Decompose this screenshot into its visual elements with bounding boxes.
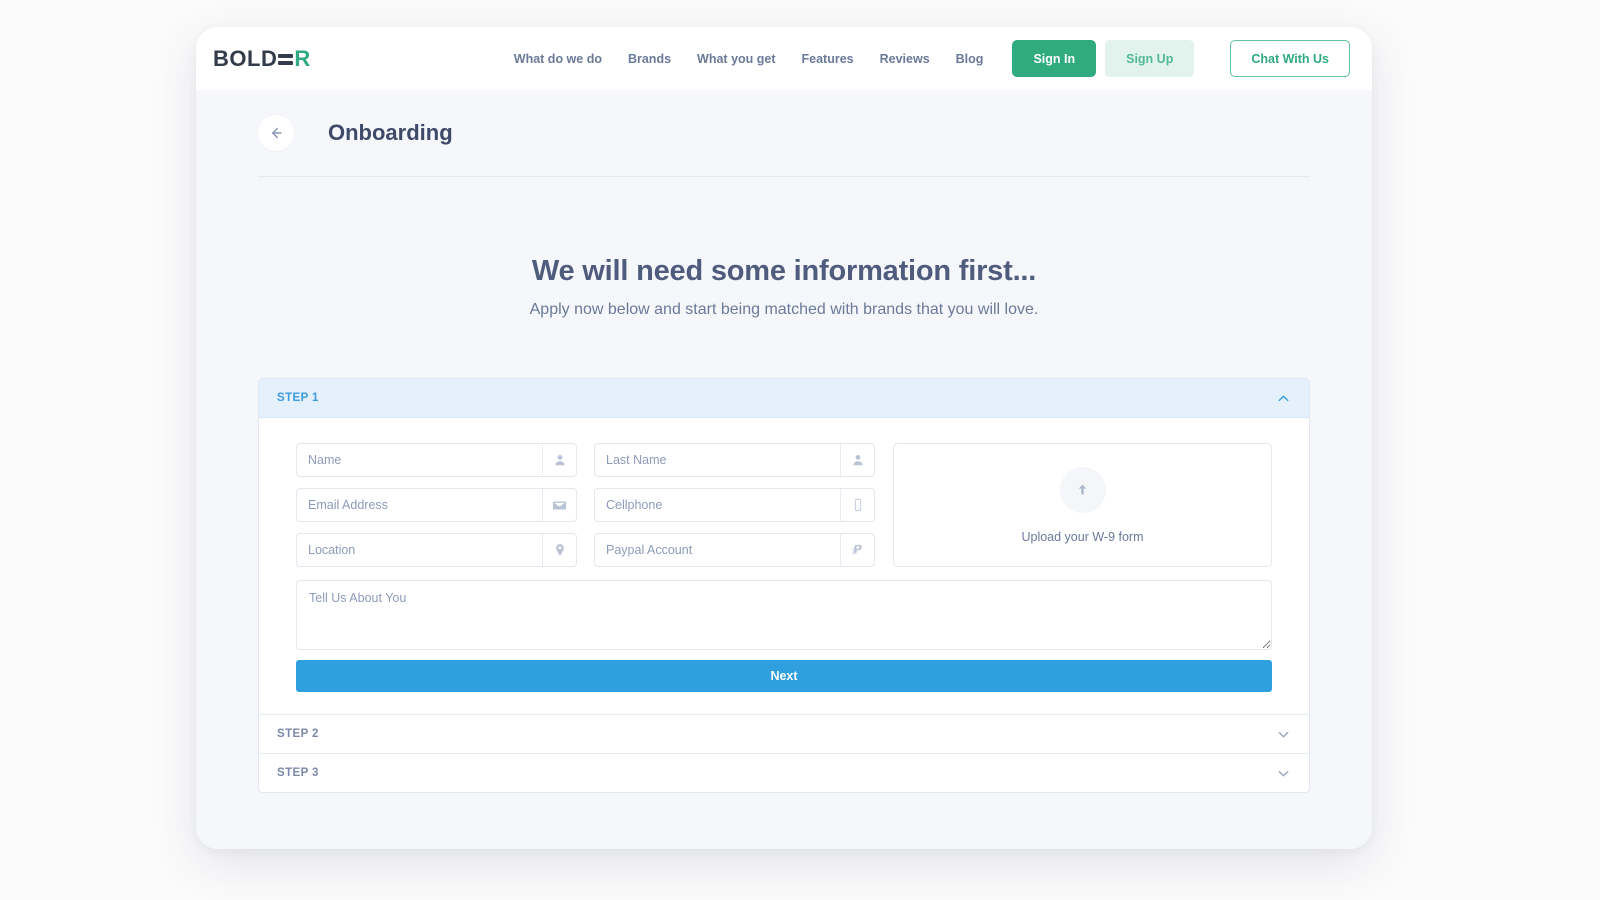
nav-link-features[interactable]: Features	[789, 52, 867, 66]
app-window: BOLD R What do we do Brands What you get…	[196, 27, 1372, 849]
user-icon	[840, 444, 874, 476]
brand-logo[interactable]: BOLD R	[213, 46, 311, 72]
nav-actions: Sign In Sign Up Chat With Us	[1012, 40, 1350, 77]
onboarding-form-grid: Upload your W-9 form	[296, 443, 1272, 567]
name-input[interactable]	[297, 444, 542, 476]
accordion-header-step-3[interactable]: STEP 3	[259, 753, 1309, 792]
upload-arrow-icon	[1060, 467, 1106, 513]
page-header: Onboarding	[258, 90, 1310, 177]
paypal-icon	[840, 534, 874, 566]
accordion-label-step-1: STEP 1	[277, 392, 319, 404]
hero-heading: We will need some information first...	[258, 255, 1310, 288]
arrow-left-icon	[268, 125, 284, 141]
email-field[interactable]	[296, 488, 577, 522]
accordion-header-step-1[interactable]: STEP 1	[259, 379, 1309, 418]
email-input[interactable]	[297, 489, 542, 521]
hero-subheading: Apply now below and start being matched …	[258, 301, 1310, 319]
chevron-down-icon[interactable]	[1276, 766, 1291, 781]
top-navigation-bar: BOLD R What do we do Brands What you get…	[196, 27, 1372, 90]
upload-w9-dropzone[interactable]: Upload your W-9 form	[893, 443, 1272, 567]
about-you-textarea[interactable]	[296, 580, 1272, 650]
last-name-field[interactable]	[594, 443, 875, 477]
accordion-body-step-1: Upload your W-9 form Next	[259, 418, 1309, 714]
nav-link-what-you-get[interactable]: What you get	[684, 52, 788, 66]
upload-label: Upload your W-9 form	[1021, 530, 1143, 544]
page-content: Onboarding We will need some information…	[196, 90, 1372, 849]
sign-up-button[interactable]: Sign Up	[1105, 40, 1194, 77]
paypal-account-input[interactable]	[595, 534, 840, 566]
sign-in-button[interactable]: Sign In	[1012, 40, 1096, 77]
next-button[interactable]: Next	[296, 660, 1272, 692]
location-input[interactable]	[297, 534, 542, 566]
nav-link-brands[interactable]: Brands	[615, 52, 684, 66]
location-field[interactable]	[296, 533, 577, 567]
form-column-right	[594, 443, 875, 567]
chevron-down-icon[interactable]	[1276, 727, 1291, 742]
logo-text-r: R	[294, 46, 310, 72]
nav-links: What do we do Brands What you get Featur…	[501, 40, 1350, 77]
accordion-header-step-2[interactable]: STEP 2	[259, 714, 1309, 753]
logo-text-bold: BOLD	[213, 46, 277, 72]
mobile-icon	[840, 489, 874, 521]
logo-letter-e-icon	[278, 53, 293, 65]
chat-with-us-button[interactable]: Chat With Us	[1230, 40, 1350, 77]
form-column-left	[296, 443, 577, 567]
user-icon	[542, 444, 576, 476]
hero-section: We will need some information first... A…	[258, 177, 1310, 319]
accordion-label-step-2: STEP 2	[277, 728, 319, 740]
cellphone-field[interactable]	[594, 488, 875, 522]
cellphone-input[interactable]	[595, 489, 840, 521]
last-name-input[interactable]	[595, 444, 840, 476]
accordion-label-step-3: STEP 3	[277, 767, 319, 779]
chevron-up-icon[interactable]	[1276, 391, 1291, 406]
paypal-account-field[interactable]	[594, 533, 875, 567]
nav-link-reviews[interactable]: Reviews	[867, 52, 943, 66]
about-you-wrapper	[296, 580, 1272, 650]
map-pin-icon	[542, 534, 576, 566]
page-title: Onboarding	[328, 120, 453, 146]
name-field[interactable]	[296, 443, 577, 477]
nav-link-blog[interactable]: Blog	[943, 52, 997, 66]
onboarding-accordion: STEP 1	[258, 378, 1310, 793]
back-button[interactable]	[258, 115, 294, 151]
envelope-icon	[542, 489, 576, 521]
nav-link-what-do-we-do[interactable]: What do we do	[501, 52, 615, 66]
